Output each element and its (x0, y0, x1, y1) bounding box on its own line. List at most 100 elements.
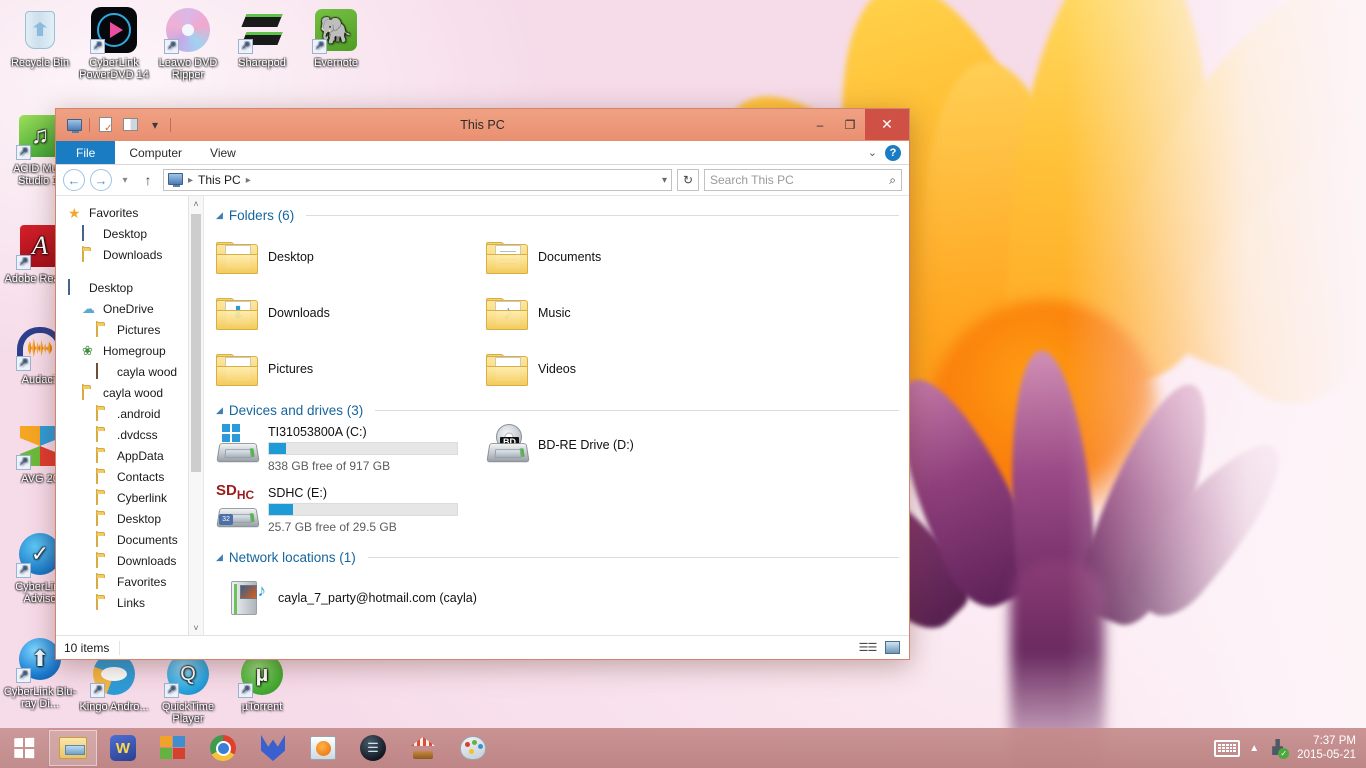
user-folder-icon (82, 383, 98, 401)
folder-tile-downloads[interactable]: Downloads (216, 285, 486, 341)
nav-item-android[interactable]: .android (56, 403, 203, 424)
carousel-app-taskbar-button[interactable] (399, 730, 447, 766)
help-icon[interactable]: ? (885, 144, 901, 161)
drive-tile-c[interactable]: TI31053800A (C:) 838 GB free of 917 GB (216, 424, 486, 473)
tab-computer[interactable]: Computer (115, 141, 196, 164)
breadcrumb-separator[interactable]: ▸ (246, 175, 251, 186)
collapse-triangle-icon[interactable]: ◢ (216, 552, 223, 563)
desktop-icon-label: QuickTime Player (161, 701, 215, 725)
video-editor-taskbar-button[interactable]: ☰ (349, 730, 397, 766)
capacity-bar-fill (269, 443, 286, 454)
shortcut-arrow-icon: ↗ (238, 683, 253, 698)
nav-item-desktop-user[interactable]: Desktop (56, 508, 203, 529)
forward-button[interactable]: → (90, 169, 112, 191)
desktop-icon-label: Sharepod (238, 57, 286, 69)
nav-item-label: .dvdcss (117, 427, 158, 442)
navigation-scrollbar[interactable]: ˄ ˅ (188, 196, 203, 635)
breadcrumb-this-pc[interactable]: This PC (198, 173, 241, 187)
up-button[interactable]: ↑ (138, 169, 158, 191)
scroll-up-arrow-icon[interactable]: ˄ (189, 196, 203, 211)
back-button[interactable]: ← (63, 169, 85, 191)
tab-file[interactable]: File (56, 141, 116, 164)
nav-item-onedrive[interactable]: ☁ OneDrive (56, 298, 203, 319)
scrollbar-thumb[interactable] (191, 214, 201, 472)
address-dropdown-icon[interactable]: ▾ (662, 175, 667, 186)
video-editor-icon: ☰ (359, 734, 387, 762)
nav-item-label: cayla wood (103, 385, 164, 400)
window-title: This PC (460, 117, 505, 132)
tab-view[interactable]: View (196, 141, 250, 164)
folder-tile-music[interactable]: Music (486, 285, 756, 341)
nav-item-downloads-user[interactable]: Downloads (56, 550, 203, 571)
network-location-tile[interactable]: ♪ cayla_7_party@hotmail.com (cayla) (216, 571, 899, 619)
folder-tile-label: Downloads (268, 306, 330, 320)
drive-free-space: 838 GB free of 917 GB (268, 459, 391, 473)
file-explorer-taskbar-button[interactable] (49, 730, 97, 766)
recent-locations-button[interactable]: ▾ (117, 169, 133, 191)
monitor-icon (82, 224, 98, 242)
large-icons-view-button[interactable] (884, 640, 901, 655)
nav-item-label: OneDrive (103, 301, 154, 316)
winrar-taskbar-button[interactable] (149, 730, 197, 766)
folder-tile-desktop[interactable]: Desktop (216, 229, 486, 285)
status-bar: 10 items ☰☰ (56, 635, 909, 659)
shortcut-arrow-icon: ↗ (312, 39, 327, 54)
nav-item-appdata[interactable]: AppData (56, 445, 203, 466)
nav-item-dvdcss[interactable]: .dvdcss (56, 424, 203, 445)
nav-item-cyberlink[interactable]: Cyberlink (56, 487, 203, 508)
drive-tile-d[interactable]: BD BD-RE Drive (D:) (486, 424, 756, 466)
nav-item-cayla-wood-folder[interactable]: cayla wood (56, 382, 203, 403)
navigation-pane: ★ Favorites Desktop Downloads Desktop ☁ … (56, 196, 204, 635)
capacity-bar (268, 503, 458, 516)
chevron-down-icon[interactable]: ⌄ (868, 146, 877, 159)
folder-tile-documents[interactable]: Documents (486, 229, 756, 285)
nav-item-favorites[interactable]: ★ Favorites (56, 202, 203, 223)
bd-re-drive-icon: BD (486, 424, 530, 466)
nav-item-pictures[interactable]: Pictures (56, 319, 203, 340)
title-bar[interactable]: ▾ This PC – ❐ ✕ (56, 109, 909, 141)
nav-item-links[interactable]: Links (56, 592, 203, 613)
touch-keyboard-icon[interactable] (1214, 739, 1241, 757)
nav-item-downloads[interactable]: Downloads (56, 244, 203, 265)
refresh-button[interactable]: ↻ (677, 169, 699, 191)
malwarebytes-taskbar-button[interactable] (249, 730, 297, 766)
address-field[interactable]: ▸ This PC ▸ ▾ (163, 169, 672, 191)
paint-taskbar-button[interactable] (449, 730, 497, 766)
start-button[interactable] (0, 728, 48, 768)
folder-tile-videos[interactable]: Videos (486, 341, 756, 397)
network-group-header[interactable]: ◢ Network locations (1) (216, 550, 899, 565)
nav-item-homegroup[interactable]: ❀ Homegroup (56, 340, 203, 361)
shortcut-arrow-icon: ↗ (90, 39, 105, 54)
clock[interactable]: 7:37 PM 2015-05-21 (1297, 734, 1356, 762)
nav-item-documents[interactable]: Documents (56, 529, 203, 550)
nav-item-contacts[interactable]: Contacts (56, 466, 203, 487)
desktop-folder-icon (216, 240, 258, 274)
nav-item-cayla-wood-user[interactable]: cayla wood (56, 361, 203, 382)
folder-tile-pictures[interactable]: Pictures (216, 341, 486, 397)
desktop-icon-powerdvd[interactable]: ↗ CyberLink PowerDVD 14 (76, 6, 152, 81)
desktop-icon-leawo-dvd-ripper[interactable]: ↗ Leawo DVD Ripper (150, 6, 226, 81)
drives-group-header[interactable]: ◢ Devices and drives (3) (216, 403, 899, 418)
nav-item-favorites-user[interactable]: Favorites (56, 571, 203, 592)
drives-group-title: Devices and drives (3) (228, 403, 364, 418)
drive-tile-e[interactable]: SDHC 32 SDHC (E:) 25.7 GB free of 29.5 G… (216, 483, 486, 534)
desktop-icon-recycle-bin[interactable]: Recycle Bin (2, 6, 78, 69)
collapse-triangle-icon[interactable]: ◢ (216, 210, 223, 221)
folders-group-header[interactable]: ◢ Folders (6) (216, 208, 899, 223)
avg-tray-icon[interactable]: ✓ (1268, 738, 1290, 759)
desktop-icon-evernote[interactable]: 🐘 ↗ Evernote (298, 6, 374, 69)
media-player-taskbar-button[interactable] (299, 730, 347, 766)
show-hidden-icons-chevron[interactable]: ▲ (1249, 743, 1259, 754)
desktop-icon-sharepod[interactable]: ↗ Sharepod (224, 6, 300, 69)
group-divider (306, 215, 899, 216)
capacity-bar (268, 442, 458, 455)
scroll-down-arrow-icon[interactable]: ˅ (189, 620, 203, 635)
desktop-icon-quicktime[interactable]: Q ↗ QuickTime Player (150, 650, 226, 725)
winamp-taskbar-button[interactable]: W (99, 730, 147, 766)
details-view-button[interactable]: ☰☰ (859, 640, 878, 655)
collapse-triangle-icon[interactable]: ◢ (216, 405, 223, 416)
nav-item-desktop[interactable]: Desktop (56, 223, 203, 244)
search-input[interactable]: Search This PC ⌕ (704, 169, 902, 191)
chrome-taskbar-button[interactable] (199, 730, 247, 766)
nav-item-desktop-root[interactable]: Desktop (56, 277, 203, 298)
